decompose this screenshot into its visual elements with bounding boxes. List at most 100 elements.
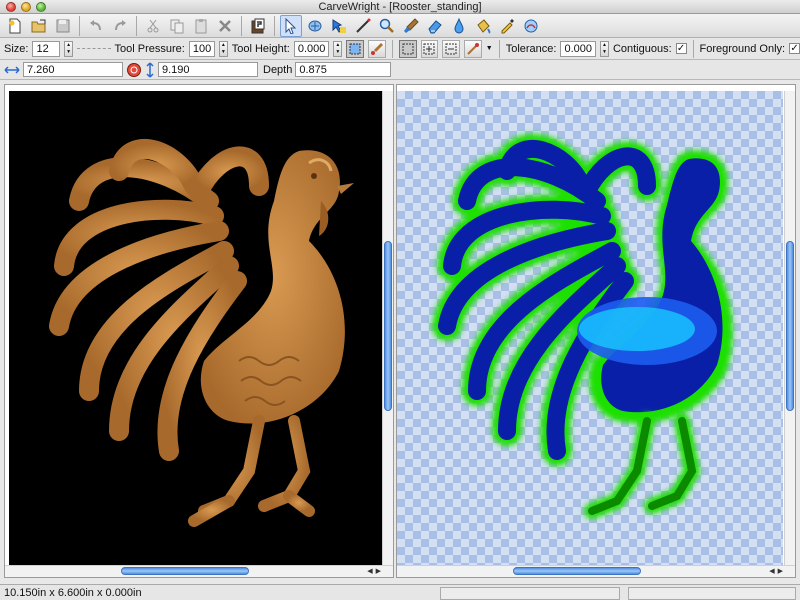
tool-pressure-stepper[interactable]: ▲ ▼ [218,40,228,57]
delete-button[interactable] [214,15,236,37]
options-separator [498,39,500,58]
options-separator [692,39,694,58]
lock-ratio-icon[interactable] [126,62,142,78]
select-region-button[interactable] [328,15,350,37]
magic-wand-button[interactable] [464,39,482,58]
right-vertical-scrollbar[interactable] [784,91,795,565]
size-field[interactable]: 12 [32,40,61,57]
carved-render-panel: ◀ ▶ [4,84,394,578]
dropper-icon [454,17,464,33]
tool-options-bar: Size: 12 ▲ ▼ Tool Pressure: 100 ▲ ▼ Tool H… [0,38,800,60]
tool-height-label: Tool Height: [231,42,290,55]
paint-bucket-tool-button[interactable] [472,15,494,37]
main-toolbar [0,14,800,38]
right-horizontal-scrollbar[interactable]: ◀ ▶ [397,565,795,577]
new-file-button[interactable] [4,15,26,37]
depth-map-canvas[interactable] [397,91,783,565]
options-separator [391,39,393,58]
status-message-area [440,587,620,600]
save-icon [56,19,70,32]
status-progress-area [628,587,796,600]
scroll-left-icon[interactable]: ◀ [769,566,774,577]
left-vertical-scroll-thumb[interactable] [384,241,392,411]
carved-render-canvas[interactable] [9,91,385,565]
scroll-right-icon[interactable]: ▶ [778,566,783,577]
copy-icon [170,19,184,33]
toolbar-separator [274,15,275,36]
foreground-only-label: Foreground Only: [699,42,786,55]
rect-select-button[interactable] [398,39,417,58]
paste-button[interactable] [190,15,212,37]
select-mode-button[interactable] [346,39,365,58]
add-select-icon [423,43,435,54]
zoom-icon [379,18,394,33]
checkmark-icon: ✓ [676,42,686,54]
blend-tool-button[interactable] [520,15,542,37]
open-folder-icon [31,19,46,32]
paste-icon [195,18,207,33]
size-label: Size: [4,42,29,55]
redo-button[interactable] [109,15,131,37]
height-field[interactable]: 9.190 [158,62,258,77]
select-arrow-icon [285,17,297,34]
left-vertical-scrollbar[interactable] [382,91,393,565]
toolbar-separator [79,15,80,36]
tool-pressure-field[interactable]: 100 [188,40,215,57]
redo-icon [115,19,126,30]
left-horizontal-scroll-thumb[interactable] [121,567,249,575]
size-slider[interactable] [77,47,111,50]
open-file-button[interactable] [28,15,50,37]
toolbar-separator [241,15,242,36]
eraser-icon [428,19,442,33]
line-tool-button[interactable] [352,15,374,37]
brush-mode-button[interactable] [368,39,386,58]
right-vertical-scroll-thumb[interactable] [786,241,794,411]
depth-field[interactable]: 0.875 [295,62,392,77]
blend-icon [524,19,538,32]
magic-wand-dropdown-icon[interactable]: ▼ [486,45,493,52]
tolerance-label: Tolerance: [505,42,557,55]
paint-bucket-icon [477,18,491,34]
left-horizontal-scrollbar[interactable]: ◀ ▶ [5,565,393,577]
brush-icon [370,42,383,55]
tool-height-stepper[interactable]: ▲ ▼ [333,40,343,57]
new-file-icon [9,18,21,33]
color-picker-icon [501,18,514,33]
size-stepper[interactable]: ▲ ▼ [64,40,74,57]
dropper-tool-button[interactable] [448,15,470,37]
contiguous-checkbox[interactable]: ✓ [675,42,687,54]
undo-button[interactable] [85,15,107,37]
paintbrush-tool-button[interactable] [400,15,422,37]
foreground-only-checkbox[interactable]: ✓ [789,43,800,54]
zoom-tool-button[interactable] [376,15,398,37]
left-scroll-arrows[interactable]: ◀ ▶ [367,566,381,577]
tool-height-field[interactable]: 0.000 [293,40,330,57]
delete-icon [219,19,231,32]
title-bar: CarveWright - [Rooster_standing] [0,0,800,14]
select-region-icon [332,18,346,33]
transform-tool-button[interactable] [304,15,326,37]
tolerance-field[interactable]: 0.000 [560,40,597,57]
patterns-button[interactable] [247,15,269,37]
width-field[interactable]: 7.260 [23,62,123,77]
tolerance-stepper[interactable]: ▲ ▼ [600,40,609,57]
subtract-select-button[interactable] [442,39,461,58]
save-button[interactable] [52,15,74,37]
color-picker-tool-button[interactable] [496,15,518,37]
depth-map-panel: ◀ ▶ [396,84,796,578]
eraser-tool-button[interactable] [424,15,446,37]
select-tool-button[interactable] [280,14,302,37]
add-select-button[interactable] [420,39,439,58]
status-dimensions: 10.150in x 6.600in x 0.000in [4,586,142,599]
patterns-icon [251,18,265,33]
scroll-left-icon[interactable]: ◀ [367,566,372,577]
dotted-rectangle-icon [349,43,361,54]
right-horizontal-scroll-thumb[interactable] [513,567,641,575]
copy-button[interactable] [166,15,188,37]
cut-button[interactable] [142,15,164,37]
depth-label: Depth [263,63,293,76]
cut-icon [147,19,159,32]
dimensions-bar: 7.260 9.190 Depth 0.875 [0,60,800,80]
scroll-right-icon[interactable]: ▶ [376,566,381,577]
right-scroll-arrows[interactable]: ◀ ▶ [769,566,783,577]
